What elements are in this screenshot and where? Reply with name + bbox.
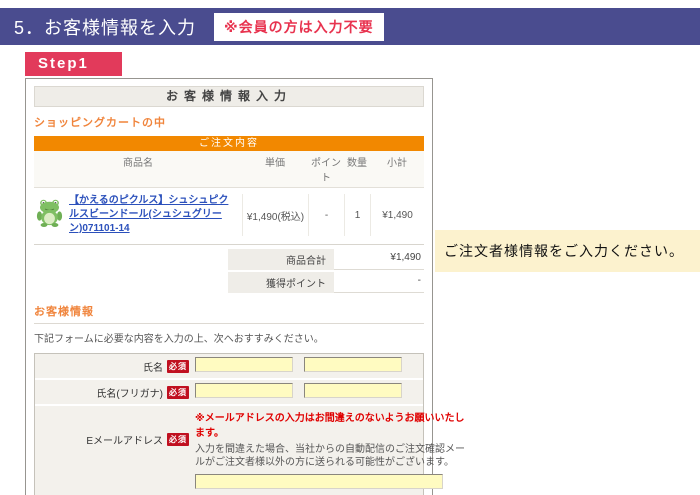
cart-heading: ショッピングカートの中	[34, 114, 424, 130]
form-row-email: Eメールアドレス 必須 ※メールアドレスの入力はお間違えのないようお願いいたしま…	[35, 406, 423, 495]
col-product-name: 商品名	[34, 154, 242, 184]
subtotal-value: ¥1,490	[370, 194, 424, 236]
section-header: 5．お客様情報を入力 ※会員の方は入力不要	[0, 8, 700, 45]
form-instruction: 下記フォームに必要な内容を入力の上、次へおすすみください。	[34, 330, 424, 345]
customer-info-heading: お客様情報	[34, 303, 424, 324]
form-row-kana: 氏名(フリガナ) 必須	[35, 380, 423, 406]
email-warning-text: 入力を間違えた場合、当社からの自動配信のご注文確認メールがご注文者様以外の方に送…	[195, 443, 467, 469]
required-badge: 必須	[167, 360, 189, 373]
col-unit-price: 単価	[242, 154, 308, 184]
product-total-value: ¥1,490	[334, 249, 424, 270]
page-title: 5．お客様情報を入力	[0, 14, 196, 40]
unit-price-value: ¥1,490(税込)	[242, 194, 308, 236]
required-badge: 必須	[167, 386, 189, 399]
points-value: -	[308, 194, 344, 236]
frog-doll-thumbnail-icon	[34, 198, 64, 232]
email-warning-bold: ※メールアドレスの入力はお間違えのないようお願いいたします。	[195, 409, 467, 439]
last-name-kana-input[interactable]	[195, 383, 293, 398]
form-title: お客様情報入力	[34, 86, 424, 107]
email-label: Eメールアドレス	[86, 432, 163, 447]
name-label: 氏名	[143, 359, 163, 374]
checkout-panel: お客様情報入力 ショッピングカートの中 ご注文内容 商品名 単価 ポイント 数量…	[25, 78, 433, 495]
earned-points-label: 獲得ポイント	[228, 272, 334, 293]
kana-label: 氏名(フリガナ)	[96, 385, 163, 400]
earned-points-row: 獲得ポイント -	[228, 272, 424, 293]
product-link[interactable]: 【かえるのピクルス】シュシュピクルスビーンドール(シュシュグリーン)071101…	[69, 194, 242, 236]
col-quantity: 数量	[344, 154, 370, 184]
member-note: ※会員の方は入力不要	[214, 13, 384, 41]
orderer-info-callout: ご注文者様情報をご入力ください。	[435, 230, 700, 272]
page: 5．お客様情報を入力 ※会員の方は入力不要 Step1 お客様情報入力 ショッピ…	[0, 0, 700, 495]
earned-points-value: -	[334, 272, 424, 293]
order-contents-bar: ご注文内容	[34, 136, 424, 151]
last-name-input[interactable]	[195, 357, 293, 372]
required-badge: 必須	[167, 433, 189, 446]
order-table-header: 商品名 単価 ポイント 数量 小計	[34, 151, 424, 188]
col-points: ポイント	[308, 154, 344, 184]
first-name-kana-input[interactable]	[304, 383, 402, 398]
product-total-label: 商品合計	[228, 249, 334, 270]
product-total-row: 商品合計 ¥1,490	[228, 249, 424, 270]
first-name-input[interactable]	[304, 357, 402, 372]
email-input[interactable]	[195, 474, 443, 489]
customer-form: 氏名 必須 氏名(フリガナ) 必須	[34, 353, 424, 495]
quantity-value: 1	[344, 194, 370, 236]
totals-table: 商品合計 ¥1,490 獲得ポイント -	[228, 249, 424, 293]
col-subtotal: 小計	[370, 154, 424, 184]
step-badge: Step1	[25, 52, 122, 76]
form-row-name: 氏名 必須	[35, 354, 423, 380]
product-row: 【かえるのピクルス】シュシュピクルスビーンドール(シュシュグリーン)071101…	[34, 188, 424, 245]
